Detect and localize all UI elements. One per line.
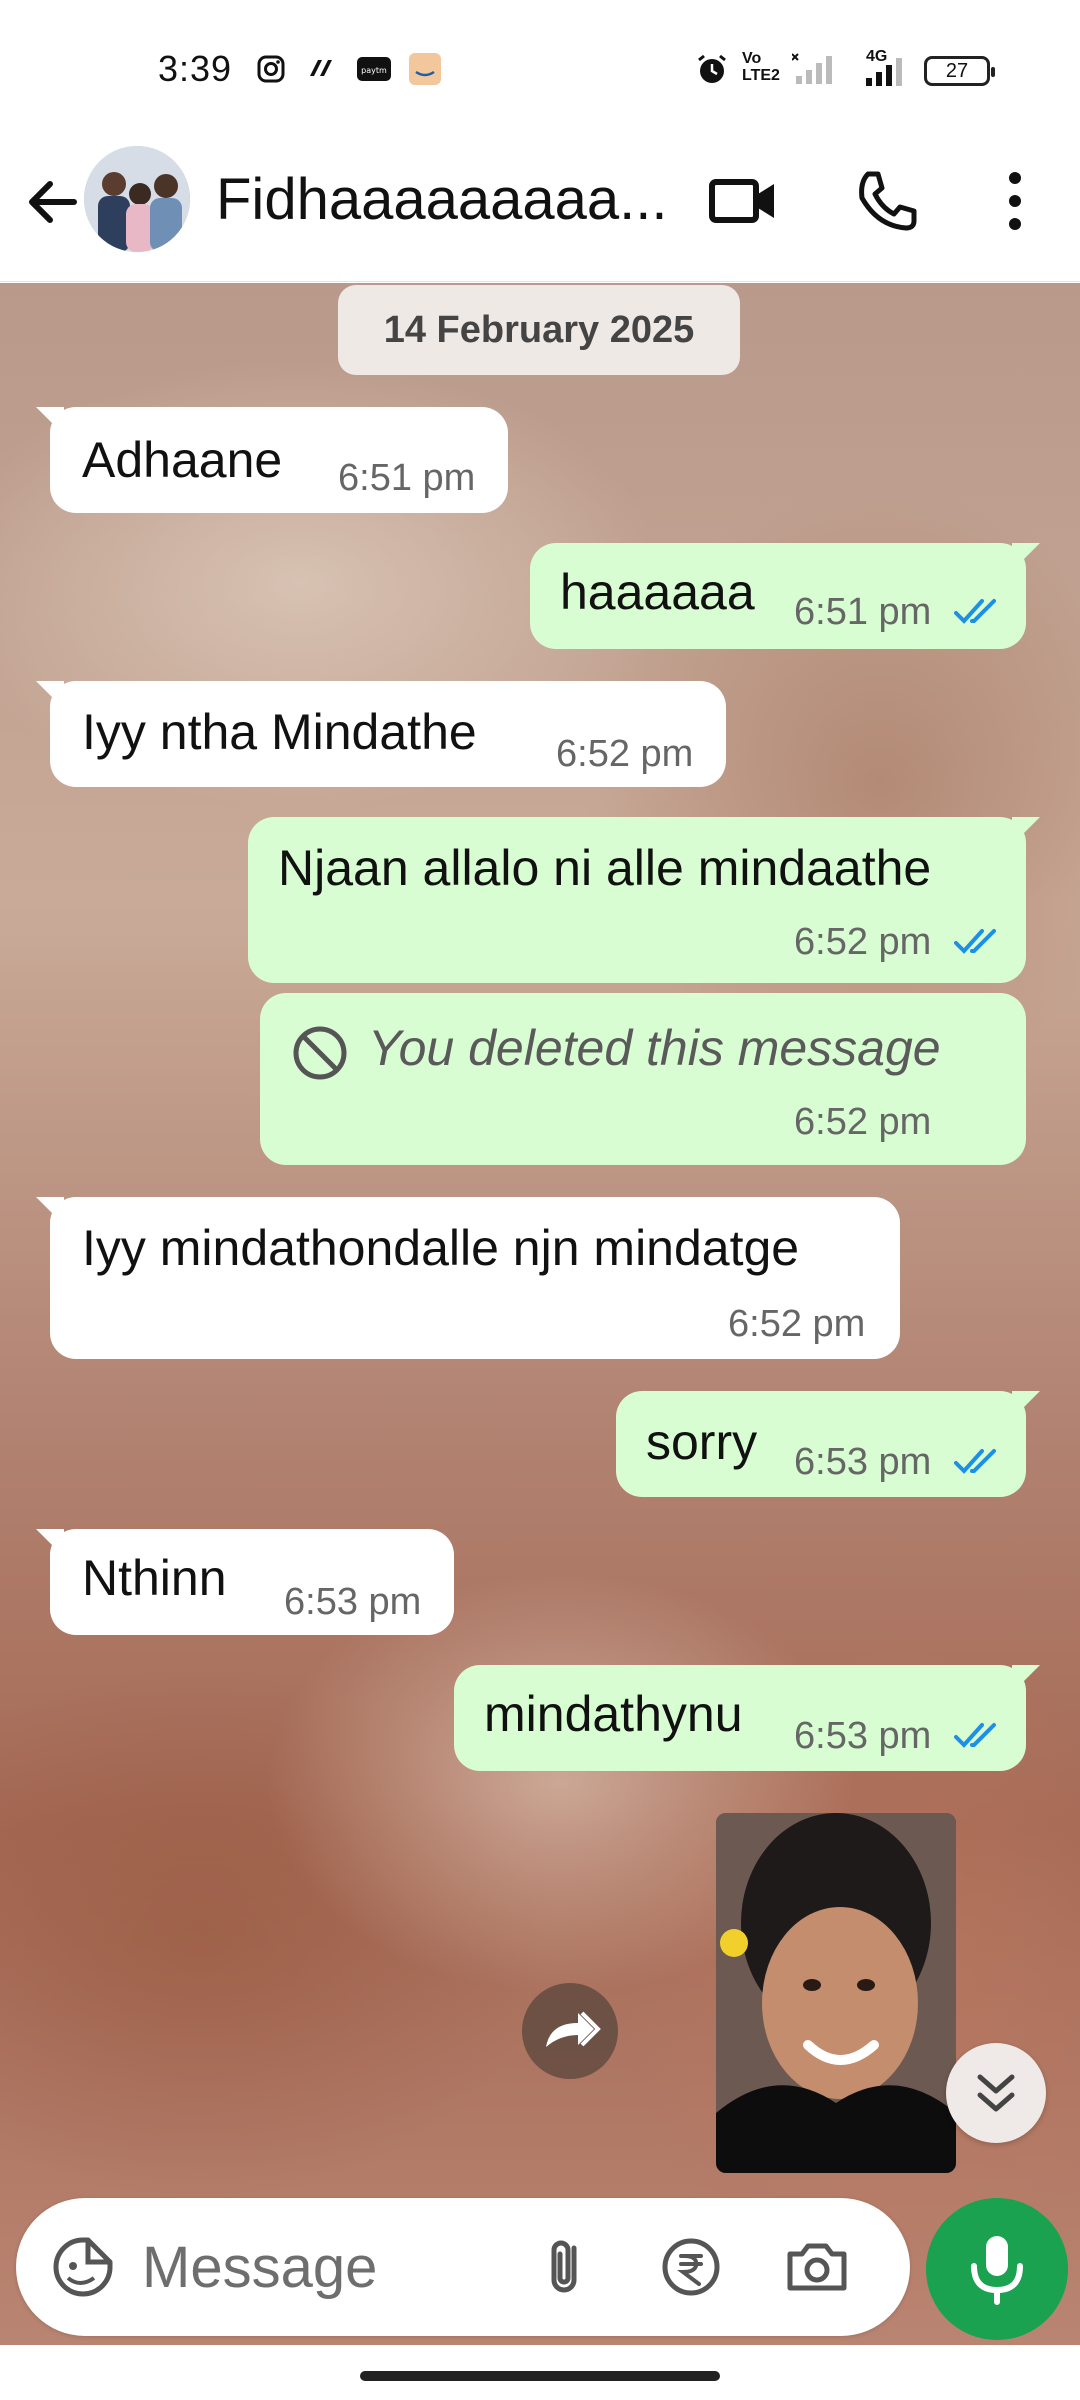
bubble-tail: [36, 681, 64, 709]
attach-icon[interactable]: [530, 2232, 600, 2302]
message-time: 6:51 pm: [794, 591, 932, 633]
message-text: sorry: [646, 1414, 758, 1470]
bubble-tail: [36, 1529, 64, 1557]
video-call-icon[interactable]: [706, 164, 780, 238]
forward-icon[interactable]: [522, 1983, 618, 2079]
sticker-icon[interactable]: [48, 2232, 118, 2302]
message-bubble-outgoing[interactable]: haaaaaa 6:51 pm: [530, 543, 1040, 649]
signal-icon: [792, 53, 832, 84]
message-bubble-outgoing[interactable]: Njaan allalo ni alle mindaathe 6:52 pm: [248, 817, 1040, 983]
person-photo: [716, 1813, 956, 2173]
message-text: Njaan allalo ni alle mindaathe: [278, 840, 932, 896]
message-bubble-incoming[interactable]: Nthinn 6:53 pm: [36, 1529, 454, 1635]
message-time: 6:51 pm: [338, 457, 476, 499]
message-time: 6:52 pm: [794, 1101, 932, 1143]
battery-icon: 27: [924, 56, 995, 86]
message-text: Iyy mindathondalle njn mindatge: [82, 1220, 800, 1276]
scroll-down-icon[interactable]: [946, 2043, 1046, 2143]
amazon-icon: [409, 53, 441, 85]
more-vert-icon[interactable]: [978, 164, 1052, 238]
message-bubble-incoming[interactable]: Iyy ntha Mindathe 6:52 pm: [36, 681, 726, 787]
bubble-tail: [1012, 1391, 1040, 1419]
bubble-tail: [36, 1197, 64, 1225]
rupee-payment-icon[interactable]: [656, 2232, 726, 2302]
paytm-icon: paytm: [357, 57, 391, 81]
message-text: haaaaaa: [560, 564, 755, 620]
home-indicator[interactable]: [360, 2371, 720, 2381]
message-bubble-outgoing[interactable]: mindathynu 6:53 pm: [454, 1665, 1040, 1771]
message-input[interactable]: [142, 2232, 442, 2302]
deleted-message-text: You deleted this message: [368, 1020, 941, 1076]
chat-area[interactable]: 14 February 2025 Adhaane 6:51 pm haaaaaa…: [0, 283, 1080, 2345]
video-thumbnail[interactable]: [716, 1813, 956, 2173]
deleted-message-bubble[interactable]: You deleted this message 6:52 pm: [260, 993, 1026, 1165]
avatar-photo: [84, 146, 190, 252]
read-ticks-icon: [954, 1723, 996, 1748]
bubble-tail: [1012, 817, 1040, 845]
message-bubble-outgoing[interactable]: sorry 6:53 pm: [616, 1391, 1040, 1497]
back-arrow-icon[interactable]: [20, 170, 84, 234]
message-text: Nthinn: [82, 1550, 227, 1606]
message-text: Adhaane: [82, 432, 283, 488]
date-chip: 14 February 2025: [338, 285, 740, 375]
instagram-icon: [257, 55, 285, 83]
chat-header: Fidhaaaaaaaaa...: [0, 140, 1080, 282]
message-time: 6:52 pm: [556, 733, 694, 775]
message-time: 6:53 pm: [794, 1441, 932, 1483]
volte-label: Vo LTE2: [742, 50, 780, 84]
message-time: 6:52 pm: [728, 1303, 866, 1345]
bubble-tail: [1012, 1665, 1040, 1693]
message-bubble-incoming[interactable]: Iyy mindathondalle njn mindatge 6:52 pm: [36, 1197, 900, 1359]
phone-icon[interactable]: [850, 164, 924, 238]
camera-icon[interactable]: [782, 2232, 852, 2302]
status-time: 3:39: [158, 48, 233, 89]
mic-button[interactable]: [926, 2198, 1068, 2340]
app-icon: [310, 60, 332, 76]
svg-text:paytm: paytm: [361, 66, 387, 75]
read-ticks-icon: [954, 1449, 996, 1474]
4g-signal-icon: [866, 58, 902, 86]
bubble-tail: [36, 407, 64, 435]
message-text: Iyy ntha Mindathe: [82, 704, 477, 760]
message-text: mindathynu: [484, 1686, 743, 1742]
alarm-icon: [698, 54, 726, 83]
message-bubble-incoming[interactable]: Adhaane 6:51 pm: [36, 407, 508, 513]
read-ticks-icon: [954, 929, 996, 954]
bubble-tail: [1012, 543, 1040, 571]
read-ticks-icon: [954, 599, 996, 624]
status-bar: 3:39 paytm Vo LTE2 4G 27: [0, 0, 1080, 140]
message-time: 6:53 pm: [284, 1581, 422, 1623]
avatar[interactable]: [84, 146, 190, 252]
message-time: 6:52 pm: [794, 921, 932, 963]
message-composer: [16, 2198, 910, 2336]
deleted-icon: [293, 1026, 347, 1080]
contact-name[interactable]: Fidhaaaaaaaaa...: [216, 166, 667, 233]
message-time: 6:53 pm: [794, 1715, 932, 1757]
